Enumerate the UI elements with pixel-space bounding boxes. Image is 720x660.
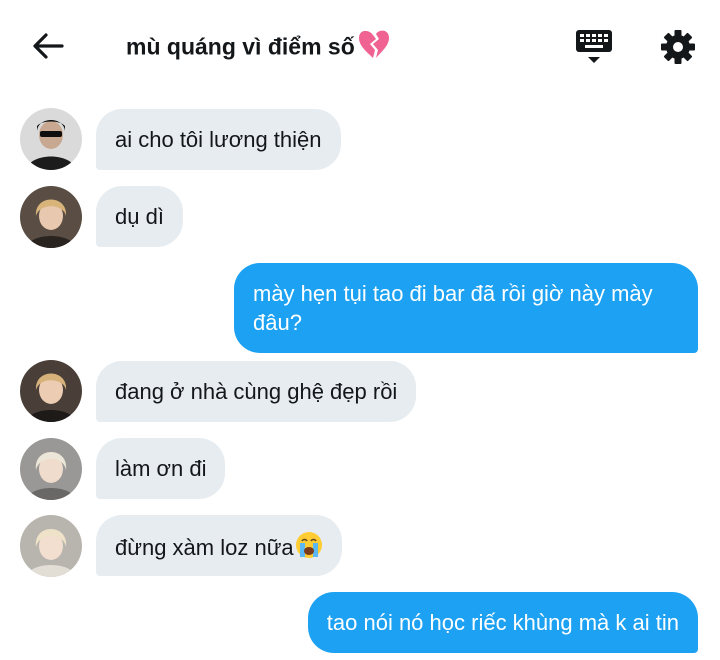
message-bubble[interactable]: mày hẹn tụi tao đi bar đã rồi giờ này mà… (234, 263, 698, 353)
keyboard-icon (576, 30, 612, 63)
message-text: dụ dì (115, 204, 164, 229)
message-text: đang ở nhà cùng ghệ đẹp rồi (115, 379, 398, 404)
message-text: ai cho tôi lương thiện (115, 127, 322, 152)
sender-avatar[interactable] (20, 438, 82, 500)
sender-avatar[interactable] (20, 108, 82, 170)
keyboard-button[interactable] (572, 26, 616, 68)
settings-button[interactable] (656, 26, 700, 68)
loudly-crying-face-emoji (295, 531, 323, 566)
gear-icon (661, 30, 695, 64)
message-bubble[interactable]: làm ơn đi (96, 438, 226, 499)
message-bubble[interactable]: đừng xàm loz nữa (96, 515, 342, 576)
message-text: mày hẹn tụi tao đi bar đã rồi giờ này mà… (253, 281, 653, 335)
back-button[interactable] (28, 26, 68, 66)
arrow-left-icon (33, 33, 64, 59)
sender-avatar[interactable] (20, 186, 82, 248)
sender-avatar[interactable] (20, 515, 82, 577)
conversation-title: mù quáng vì điểm số (126, 28, 391, 69)
message-text: tao nói nó học riếc khùng mà k ai tin (326, 610, 679, 635)
message-text: làm ơn đi (115, 456, 207, 481)
message-bubble[interactable]: tao nói nó học riếc khùng mà k ai tin (307, 592, 698, 653)
message-text: đừng xàm loz nữa (115, 535, 294, 560)
broken-heart-emoji (357, 28, 391, 69)
chat-header: mù quáng vì điểm số (0, 0, 720, 90)
sender-avatar[interactable] (20, 360, 82, 422)
conversation-title-text: mù quáng vì điểm số (126, 33, 355, 60)
message-bubble[interactable]: đang ở nhà cùng ghệ đẹp rồi (96, 361, 417, 422)
message-bubble[interactable]: dụ dì (96, 186, 183, 247)
message-bubble[interactable]: ai cho tôi lương thiện (96, 109, 341, 170)
